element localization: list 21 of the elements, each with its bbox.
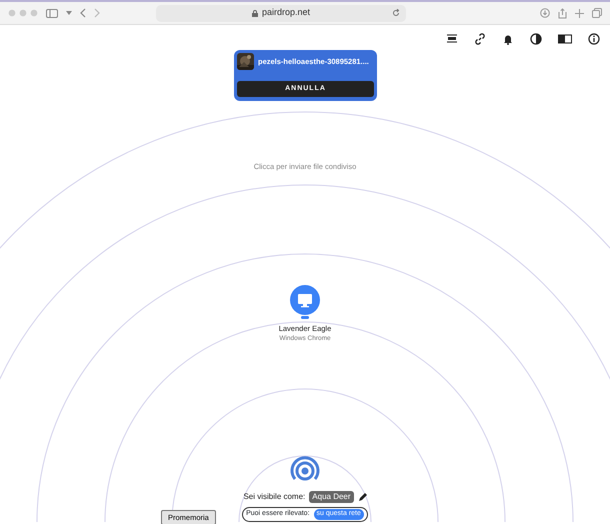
share-icon[interactable]	[558, 8, 567, 18]
link-icon[interactable]	[474, 33, 486, 45]
address-bar[interactable]: pairdrop.net	[156, 4, 406, 22]
download-icon[interactable]	[540, 8, 550, 18]
caret-icon[interactable]	[66, 11, 72, 15]
language-icon[interactable]	[558, 33, 572, 45]
tabs-icon[interactable]	[592, 8, 602, 18]
visible-as-label: Sei visibile come:	[243, 491, 306, 503]
lock-icon	[252, 10, 258, 16]
desktop-icon[interactable]	[290, 285, 320, 319]
display-name: Aqua Deer	[309, 491, 354, 503]
info-icon[interactable]	[588, 33, 600, 45]
pencil-icon[interactable]	[358, 492, 367, 502]
contrast-icon[interactable]	[530, 33, 542, 45]
bell-icon[interactable]	[502, 33, 514, 45]
edit-devices-icon[interactable]	[446, 33, 458, 45]
back-icon[interactable]	[80, 8, 86, 18]
reload-icon[interactable]	[392, 8, 400, 16]
plus-icon[interactable]	[575, 8, 584, 18]
url-text: pairdrop.net	[262, 6, 310, 20]
sidebar-icon[interactable]	[46, 8, 58, 18]
